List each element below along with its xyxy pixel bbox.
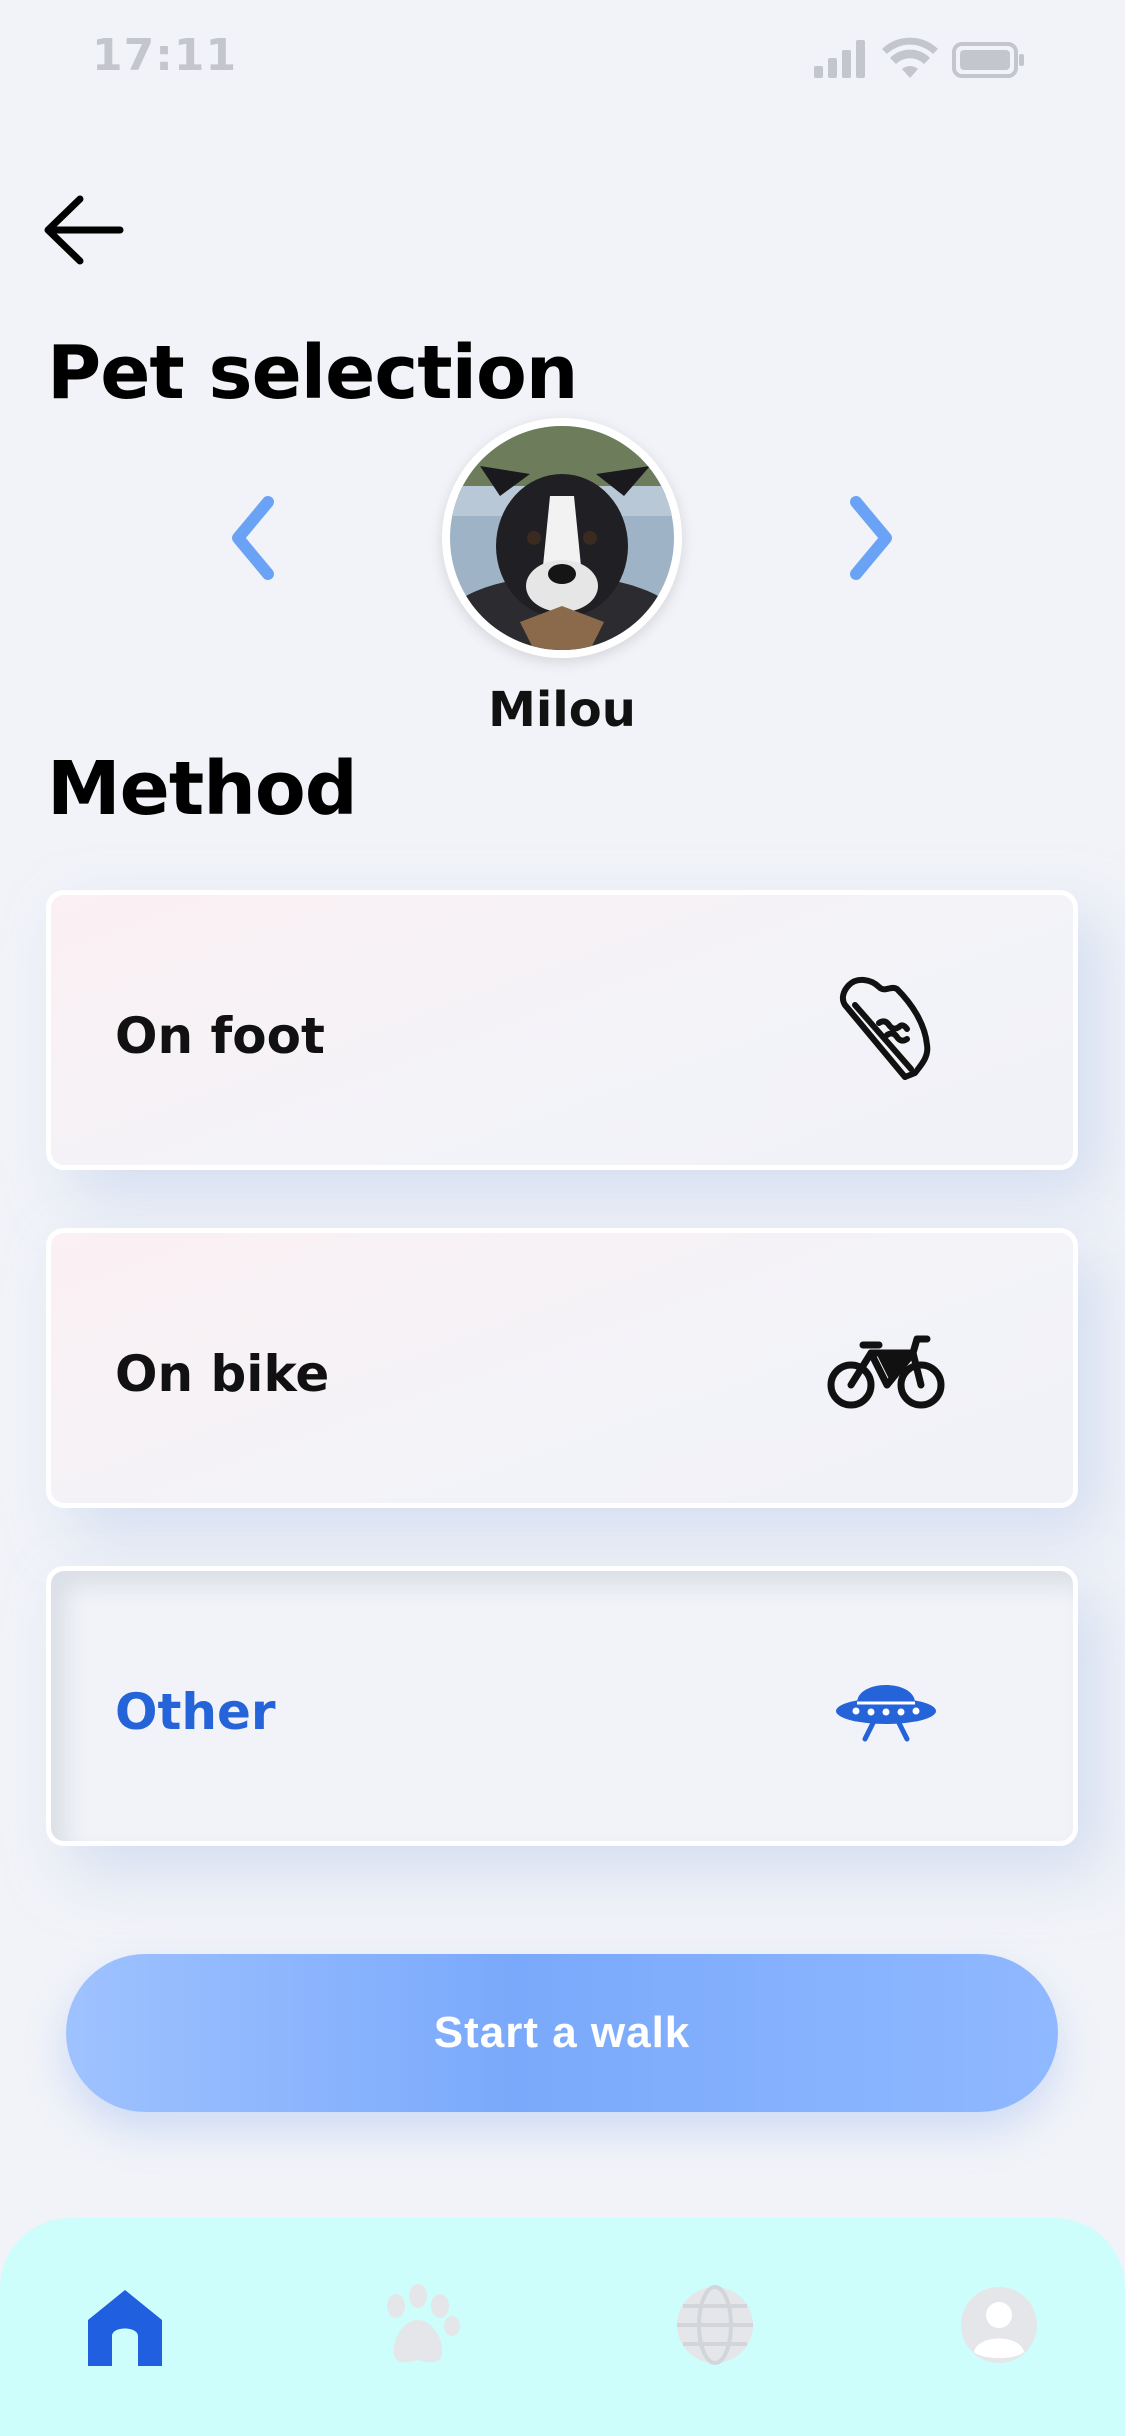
method-option-label: On bike bbox=[115, 1345, 330, 1403]
wifi-icon bbox=[882, 37, 938, 78]
battery-icon bbox=[952, 42, 1024, 78]
status-icons bbox=[814, 37, 1024, 78]
status-time: 17:11 bbox=[92, 30, 238, 81]
ufo-icon bbox=[836, 1685, 936, 1742]
method-option-on-bike[interactable]: On bike bbox=[46, 1228, 1078, 1508]
pet-name: Milou bbox=[488, 682, 636, 738]
method-heading: Method bbox=[47, 746, 358, 832]
home-icon[interactable] bbox=[80, 2280, 170, 2370]
method-option-label: Other bbox=[115, 1683, 276, 1741]
paw-icon[interactable] bbox=[372, 2280, 462, 2370]
globe-icon[interactable] bbox=[670, 2280, 760, 2370]
back-arrow-icon[interactable] bbox=[40, 185, 130, 275]
method-option-label: On foot bbox=[115, 1007, 325, 1065]
bicycle-icon bbox=[827, 1335, 945, 1409]
method-option-other[interactable]: Other bbox=[46, 1566, 1078, 1846]
sneaker-icon bbox=[839, 977, 931, 1080]
method-option-on-foot[interactable]: On foot bbox=[46, 890, 1078, 1170]
start-walk-button[interactable]: Start a walk bbox=[66, 1954, 1058, 2112]
profile-icon[interactable] bbox=[954, 2280, 1044, 2370]
dog-photo bbox=[450, 426, 674, 650]
signal-icon bbox=[814, 40, 865, 78]
pet-avatar[interactable] bbox=[450, 426, 674, 650]
chevron-right-icon[interactable] bbox=[836, 488, 906, 588]
page-title: Pet selection bbox=[47, 330, 578, 416]
chevron-left-icon[interactable] bbox=[218, 488, 288, 588]
